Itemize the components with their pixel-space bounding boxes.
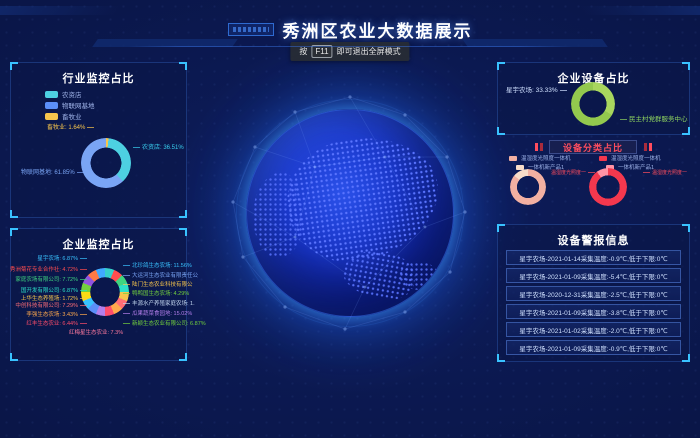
- globe-visualization[interactable]: [246, 109, 454, 317]
- tooltip-prefix: 按: [299, 46, 307, 57]
- legend-item[interactable]: 农资店: [45, 89, 82, 99]
- panel-device-alerts: 设备警报信息 星宇农场-2021-01-14采集温度:-0.9℃,低于下限:0℃…: [497, 224, 690, 362]
- header-edge-decoration-left: [0, 6, 122, 15]
- legend-item[interactable]: 物联网基地: [45, 100, 95, 110]
- alert-row: 星宇农场-2021-01-09采集温度:-5.4℃,低于下限:0℃: [506, 268, 681, 283]
- pie-label: 丰源水产养殖家庭农场: 1.: [123, 301, 195, 308]
- pie-label: 星宇农场: 6.87%: [37, 256, 87, 263]
- category-title-decoration-left: [535, 143, 545, 151]
- legend-label: 畜牧业: [62, 111, 82, 121]
- panel-title: 行业监控占比: [11, 70, 186, 86]
- legend-swatch: [45, 91, 58, 98]
- map-continent-australia: [399, 262, 439, 290]
- legend-label: 物联网基地: [62, 100, 95, 110]
- pie-label: 温湿度光照度一: [643, 170, 687, 176]
- pie-label: 北珍鸽生态农场: 11.56%: [123, 263, 192, 270]
- panel-title: 设备警报信息: [498, 232, 689, 248]
- legend-swatch: [509, 156, 517, 161]
- legend-label: 农资店: [62, 89, 82, 99]
- pie-label: 中创科技有限公司: 7.29%: [15, 303, 87, 310]
- brand-logo: [228, 23, 274, 36]
- legend-swatch: [599, 156, 607, 161]
- pie-label: 瓜果蔬菜食园地: 15.02%: [123, 311, 192, 318]
- pie-label: 新颖生态农业有限公司: 6.87%: [123, 321, 206, 328]
- page-title: 秀洲区农业大数据展示: [283, 17, 473, 42]
- legend-label: 温湿度光照度一体机: [611, 154, 661, 162]
- pie-label: 红丰生态农业: 6.44%: [26, 321, 87, 328]
- alert-row: 星宇农场-2020-12-31采集温度:-2.5℃,低于下限:0℃: [506, 286, 681, 301]
- legend-item[interactable]: 温湿度光照度一体机: [509, 154, 571, 162]
- industry-donut-chart[interactable]: [81, 138, 131, 188]
- section-title: 设备分类占比: [549, 140, 637, 154]
- pie-label: 陆门生态农业科技有限公: [123, 282, 193, 289]
- header-divider-line: [128, 46, 572, 47]
- alert-row: 星宇农场-2021-01-02采集温度:-2.0℃,低于下限:0℃: [506, 322, 681, 337]
- header-edge-decoration-right: [578, 6, 700, 15]
- header: 秀洲区农业大数据展示 按 F11 即可退出全屏模式: [0, 0, 700, 60]
- pie-label-bottom: 红梅星生态农业: 7.3%: [69, 330, 123, 337]
- pie-label-service-center: 民主村党群服务中心: [620, 116, 688, 124]
- pie-label-farm-store: 农资店: 36.51%: [133, 145, 184, 153]
- panel-enterprise-monitor: 企业监控占比 星宇农场: 6.87% 秀洲菊花专业合作社: 4.72% 家庭农场…: [10, 228, 187, 361]
- pie-label: 大运河生态农业有限责任公: [123, 273, 198, 280]
- pie-label: 家庭农场有限公司: 7.72%: [15, 277, 87, 284]
- legend-label: 温湿度光照度一体机: [521, 154, 571, 162]
- panel-title: 企业监控占比: [11, 236, 186, 252]
- section-device-category: 设备分类占比 温湿度光照度一体机 一体机新产品1 温湿度光照度一 温湿度光照度一…: [497, 140, 690, 216]
- alert-row: 星宇农场-2021-01-09采集温度:-0.9℃,低于下限:0℃: [506, 340, 681, 355]
- panel-enterprise-device: 企业设备占比 星宇农场: 33.33% 民主村党群服务中心: [497, 62, 690, 135]
- tooltip-suffix: 即可退出全屏模式: [337, 46, 401, 57]
- pie-label: 上华生态养殖场: 1.72%: [21, 296, 87, 303]
- pie-label-iot-base: 物联网基地: 61.85%: [21, 170, 84, 178]
- pie-label-xingyu-farm: 星宇农场: 33.33%: [506, 87, 567, 95]
- pie-label-livestock: 畜牧业: 1.64%: [47, 125, 94, 133]
- category-title-decoration-right: [642, 143, 652, 151]
- panel-industry-monitor: 行业监控占比 农资店 物联网基地 畜牧业 畜牧业: 1.64% 农资店: 36.…: [10, 62, 187, 218]
- pie-label: 李强生态农场: 3.43%: [26, 312, 87, 319]
- alert-list: 星宇农场-2021-01-14采集温度:-0.9℃,低于下限:0℃ 星宇农场-2…: [506, 250, 681, 355]
- category-donut-right[interactable]: [589, 168, 627, 206]
- pie-label: 国开发有限公司: 6.87%: [21, 288, 87, 295]
- device-donut-chart[interactable]: [571, 82, 615, 126]
- globe-dotted-map: [247, 110, 453, 316]
- enterprise-donut-chart[interactable]: [81, 268, 129, 316]
- map-continent-asia: [279, 128, 446, 270]
- fullscreen-exit-tooltip: 按 F11 即可退出全屏模式: [290, 42, 409, 61]
- category-donut-left[interactable]: [510, 169, 546, 205]
- legend-item[interactable]: 温湿度光照度一体机: [599, 154, 661, 162]
- pie-label: 秀洲菊花专业合作社: 4.72%: [10, 267, 87, 274]
- legend-swatch: [45, 113, 58, 120]
- alert-row: 星宇农场-2021-01-14采集温度:-0.9℃,低于下限:0℃: [506, 250, 681, 265]
- legend-swatch: [45, 102, 58, 109]
- pie-label: 鸭鸭国生态农场: 4.29%: [123, 291, 189, 298]
- alert-row: 星宇农场-2021-01-09采集温度:-3.8℃,低于下限:0℃: [506, 304, 681, 319]
- pie-label: 温湿度光照度一: [551, 170, 595, 176]
- legend-item[interactable]: 畜牧业: [45, 111, 82, 121]
